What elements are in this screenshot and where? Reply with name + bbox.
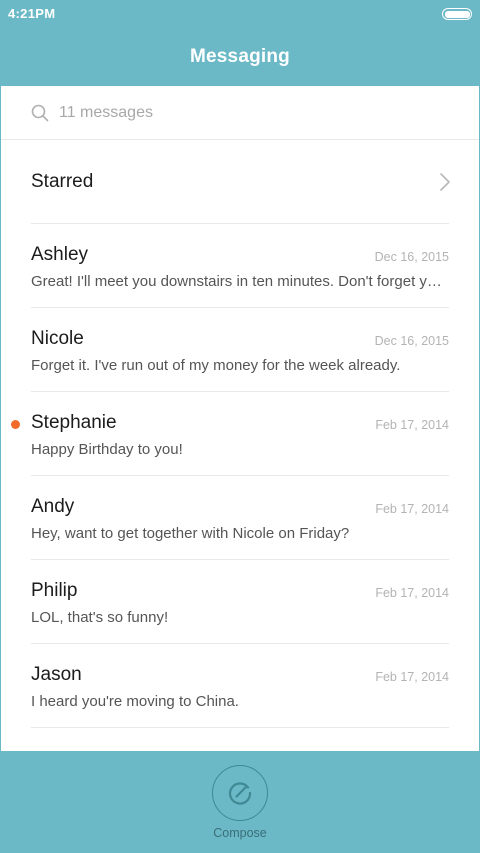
message-row[interactable]: Stephanie Feb 17, 2014 Happy Birthday to…: [11, 392, 449, 476]
page-title: Messaging: [190, 46, 290, 67]
battery-fill: [444, 10, 470, 18]
message-preview: Great! I'll meet you downstairs in ten m…: [31, 273, 449, 290]
compose-icon: [228, 782, 252, 805]
message-date: Feb 17, 2014: [375, 670, 449, 684]
starred-label: Starred: [31, 170, 94, 192]
messaging-app: 4:21PM Messaging Starred Ashley Dec 16, …: [0, 0, 480, 853]
message-row[interactable]: Jason Feb 17, 2014 I heard you're moving…: [31, 644, 449, 728]
search-input[interactable]: [59, 103, 359, 122]
search-bar[interactable]: [1, 86, 479, 140]
message-date: Dec 16, 2015: [374, 250, 449, 264]
message-preview: Hey, want to get together with Nicole on…: [31, 525, 350, 542]
compose-label: Compose: [213, 826, 267, 840]
message-row[interactable]: Nicole Dec 16, 2015 Forget it. I've run …: [31, 308, 449, 392]
message-preview: I heard you're moving to China.: [31, 693, 239, 710]
message-date: Feb 17, 2014: [375, 502, 449, 516]
message-row[interactable]: Philip Feb 17, 2014 LOL, that's so funny…: [31, 560, 449, 644]
status-time: 4:21PM: [8, 6, 56, 21]
compose-button[interactable]: [212, 765, 268, 821]
sender-name: Jason: [31, 664, 82, 685]
message-row[interactable]: Andy Feb 17, 2014 Hey, want to get toget…: [31, 476, 449, 560]
message-preview: Forget it. I've run out of my money for …: [31, 357, 401, 374]
title-bar: Messaging: [0, 28, 480, 86]
message-date: Feb 17, 2014: [375, 418, 449, 432]
sender-name: Philip: [31, 580, 78, 601]
message-list-panel: Starred Ashley Dec 16, 2015 Great! I'll …: [1, 86, 479, 751]
sender-name: Nicole: [31, 328, 84, 349]
message-date: Feb 17, 2014: [375, 586, 449, 600]
message-row[interactable]: Ashley Dec 16, 2015 Great! I'll meet you…: [31, 224, 449, 308]
bottom-bar: Compose: [0, 751, 480, 853]
message-date: Dec 16, 2015: [374, 334, 449, 348]
status-bar: 4:21PM: [0, 0, 480, 28]
message-preview: LOL, that's so funny!: [31, 609, 169, 626]
unread-dot: [11, 420, 20, 429]
search-icon: [31, 104, 49, 121]
sender-name: Andy: [31, 496, 75, 517]
battery-icon: [442, 8, 472, 20]
sender-name: Stephanie: [31, 412, 117, 433]
sender-name: Ashley: [31, 244, 89, 265]
starred-row[interactable]: Starred: [31, 140, 450, 224]
message-preview: Happy Birthday to you!: [31, 441, 183, 458]
chevron-right-icon: [440, 173, 450, 191]
